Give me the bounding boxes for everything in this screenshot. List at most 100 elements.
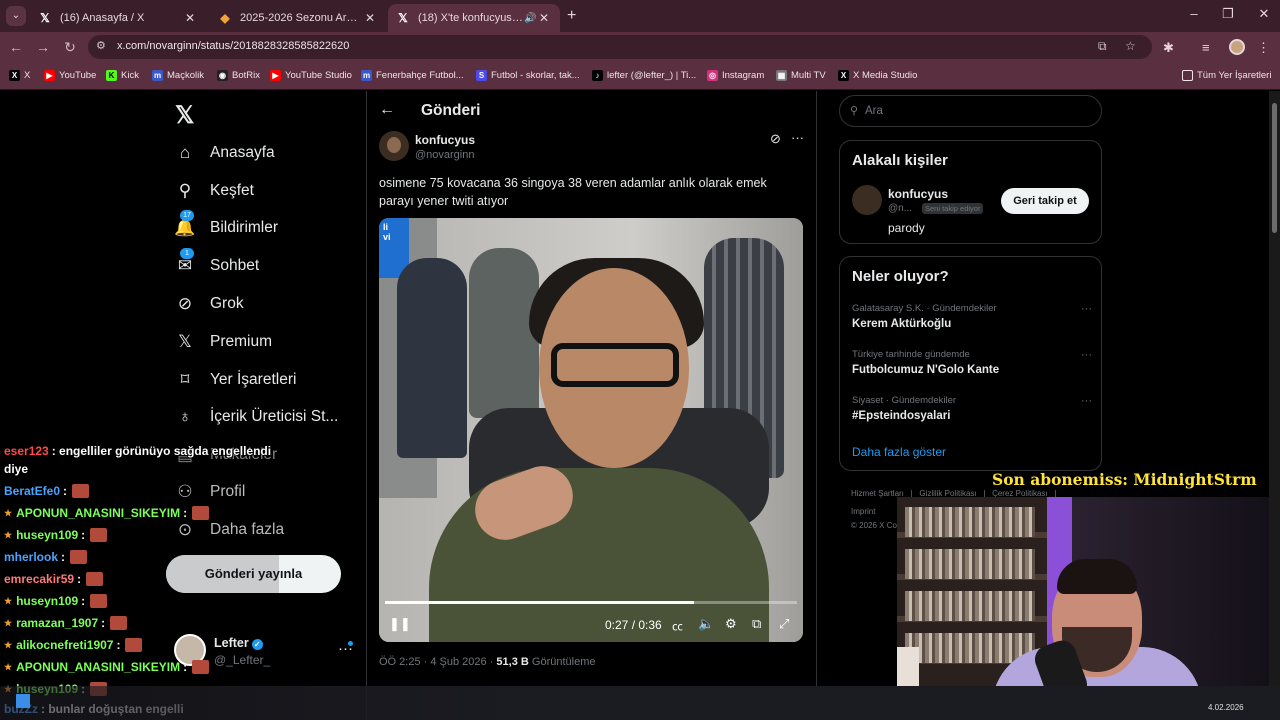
settings-icon[interactable]: ⚙ bbox=[725, 616, 737, 632]
tab-transfer[interactable]: ◆ 2025-2026 Sezonu Ara Transfer ✕ bbox=[210, 4, 386, 32]
kebab-menu-icon[interactable]: ⋮ bbox=[1257, 40, 1270, 56]
chat-username[interactable]: eser123 bbox=[4, 444, 49, 458]
chat-username[interactable]: huseyn109 bbox=[16, 594, 78, 608]
books bbox=[905, 591, 1035, 621]
bookmark-tiktok[interactable]: ♪ lefter (@lefter_) | Ti... bbox=[592, 70, 696, 81]
bookmark-label: Fenerbahçe Futbol... bbox=[376, 70, 464, 81]
bookmark-futbol[interactable]: S Futbol - skorlar, tak... bbox=[476, 70, 580, 81]
search-input[interactable]: ⚲ Ara bbox=[839, 95, 1102, 127]
back-icon[interactable]: ← bbox=[7, 39, 25, 55]
search-placeholder: Ara bbox=[865, 105, 883, 117]
address-bar[interactable]: ⚙ x.com/novarginn/status/201882832858582… bbox=[88, 35, 1152, 59]
cast-icon[interactable]: ⧉ bbox=[1098, 39, 1107, 54]
search-icon: ⚲ bbox=[850, 105, 859, 117]
author-avatar[interactable] bbox=[379, 131, 409, 161]
sidebar-item-profile[interactable]: ⚇ Profil bbox=[174, 477, 245, 507]
screen: ⌄ 𝕏 (16) Anasayfa / X ✕ ◆ 2025-2026 Sezo… bbox=[0, 0, 1280, 720]
x-logo-icon: X bbox=[9, 70, 20, 81]
post-time[interactable]: ÖÖ 2:25 bbox=[379, 656, 421, 668]
more-icon[interactable]: ··· bbox=[1081, 395, 1092, 407]
video-player[interactable]: li vi ❚❚ 0:27 / 0:36 ㏄ 🔈 ⚙ ⧉ ⤢ bbox=[379, 218, 803, 642]
trend-item[interactable]: Türkiye tarihinde gündemde Futbolcumuz N'… bbox=[852, 349, 1092, 376]
windows-start-icon[interactable] bbox=[16, 694, 30, 708]
chat-username[interactable]: APONUN_ANASINI_SIKEYIM bbox=[16, 660, 180, 674]
minimize-icon[interactable]: – bbox=[1184, 6, 1204, 21]
reload-icon[interactable]: ↻ bbox=[61, 39, 79, 56]
new-tab-icon[interactable]: + bbox=[567, 7, 576, 25]
close-icon[interactable]: ✕ bbox=[362, 11, 378, 25]
profile-avatar-icon[interactable] bbox=[1229, 39, 1245, 55]
pause-icon[interactable]: ❚❚ bbox=[389, 616, 411, 632]
more-icon[interactable]: ··· bbox=[1081, 303, 1092, 315]
pip-icon[interactable]: ⧉ bbox=[752, 616, 761, 632]
more-icon[interactable]: ··· bbox=[1081, 349, 1092, 361]
volume-icon[interactable]: 🔈 bbox=[698, 616, 714, 632]
trend-item[interactable]: Siyaset · Gündemdekiler #Epsteindosyalari… bbox=[852, 395, 1092, 422]
post-more-icon[interactable]: ··· bbox=[791, 130, 804, 145]
extensions-icon[interactable]: ✱ bbox=[1163, 40, 1174, 56]
trend-item[interactable]: Galatasaray S.K. · Gündemdekiler Kerem Ak… bbox=[852, 303, 1092, 330]
bookmark-multitv[interactable]: ▦ Multi TV bbox=[776, 70, 826, 81]
author-name[interactable]: konfucyus bbox=[415, 133, 475, 147]
bookmark-fenerbahce[interactable]: m Fenerbahçe Futbol... bbox=[361, 70, 464, 81]
fullscreen-icon[interactable]: ⤢ bbox=[779, 616, 789, 632]
sidebar-item-premium[interactable]: 𝕏 Premium bbox=[174, 327, 272, 357]
post-date[interactable]: 4 Şub 2026 bbox=[430, 656, 486, 668]
tab-x-home[interactable]: 𝕏 (16) Anasayfa / X ✕ bbox=[30, 4, 206, 32]
sidebar-item-chat[interactable]: ✉ 1 Sohbet bbox=[174, 248, 259, 281]
forward-icon[interactable]: → bbox=[34, 39, 52, 55]
sidebar-item-creator-studio[interactable]: ♁ İçerik Üreticisi St... bbox=[174, 402, 339, 432]
avatar[interactable] bbox=[852, 185, 882, 215]
all-bookmarks[interactable]: Tüm Yer İşaretleri bbox=[1182, 70, 1271, 81]
tab-konfucyus[interactable]: 𝕏 (18) X'te konfucyus: "osime 🔊 ✕ bbox=[388, 4, 560, 32]
tab-search-icon[interactable]: ⌄ bbox=[6, 6, 26, 26]
bookmark-youtube-studio[interactable]: ▶ YouTube Studio bbox=[270, 70, 352, 81]
bookmark-instagram[interactable]: ◎ Instagram bbox=[707, 70, 764, 81]
bookmark-youtube[interactable]: ▶ YouTube bbox=[44, 70, 96, 81]
page-scrollbar[interactable] bbox=[1269, 91, 1280, 720]
scrollbar-thumb[interactable] bbox=[1272, 103, 1277, 233]
bookmark-kick[interactable]: K Kick bbox=[106, 70, 139, 81]
chat-username[interactable]: APONUN_ANASINI_SIKEYIM bbox=[16, 506, 180, 520]
chat-message: ★ ramazan_1907: bbox=[4, 616, 128, 630]
chat-message: ★ alikocnefreti1907: bbox=[4, 638, 143, 652]
bell-icon: 🔔 17 bbox=[174, 210, 196, 237]
sidebar-item-bookmarks[interactable]: ⌑ Yer İşaretleri bbox=[174, 365, 297, 395]
restore-icon[interactable]: ❐ bbox=[1218, 6, 1238, 22]
sidebar-item-label: Bildirimler bbox=[210, 219, 279, 236]
chat-username[interactable]: huseyn109 bbox=[16, 528, 78, 542]
site-settings-icon[interactable]: ⚙ bbox=[96, 39, 106, 52]
bookmark-botrix[interactable]: ◉ BotRix bbox=[217, 70, 260, 81]
post-button[interactable]: Gönderi yayınla bbox=[166, 555, 341, 593]
sidebar-item-home[interactable]: ⌂ Anasayfa bbox=[174, 138, 275, 168]
related-name[interactable]: konfucyus bbox=[888, 187, 948, 201]
close-icon[interactable]: ✕ bbox=[182, 11, 198, 25]
x-home-logo-icon[interactable]: 𝕏 bbox=[175, 101, 194, 130]
author-handle[interactable]: @novarginn bbox=[415, 149, 474, 161]
chat-username[interactable]: mherlook bbox=[4, 550, 58, 564]
footer-imprint[interactable]: Imprint bbox=[851, 507, 875, 516]
follow-back-button[interactable]: Geri takip et bbox=[1001, 188, 1089, 214]
sidebar-item-explore[interactable]: ⚲ Keşfet bbox=[174, 176, 254, 206]
show-more-link[interactable]: Daha fazla göster bbox=[852, 445, 946, 459]
chat-username[interactable]: alikocnefreti1907 bbox=[16, 638, 113, 652]
close-icon[interactable]: ✕ bbox=[536, 11, 552, 25]
window-close-icon[interactable]: ✕ bbox=[1254, 6, 1274, 22]
chat-username[interactable]: BeratEfe0 bbox=[4, 484, 60, 498]
speaker-icon[interactable]: 🔊 bbox=[524, 13, 536, 24]
back-arrow-icon[interactable]: ← bbox=[379, 101, 395, 119]
sidebar-item-grok[interactable]: ⊘ Grok bbox=[174, 289, 244, 319]
video-progress-bar[interactable] bbox=[385, 601, 797, 604]
sidebar-item-label: Premium bbox=[210, 333, 273, 350]
chat-username[interactable]: emrecakir59 bbox=[4, 572, 74, 586]
bookmark-mackolik[interactable]: m Maçkolik bbox=[152, 70, 204, 81]
streamer-hair bbox=[1057, 559, 1137, 594]
media-icon[interactable]: ≡ bbox=[1202, 40, 1210, 55]
star-icon[interactable]: ☆ bbox=[1125, 39, 1136, 53]
grok-explain-icon[interactable]: ⊘ bbox=[770, 131, 781, 147]
captions-icon[interactable]: ㏄ bbox=[672, 618, 683, 634]
sidebar-item-notifications[interactable]: 🔔 17 Bildirimler bbox=[174, 210, 279, 243]
bookmark-x[interactable]: XX bbox=[9, 70, 30, 81]
bookmark-x-media-studio[interactable]: X X Media Studio bbox=[838, 70, 917, 81]
chat-username[interactable]: ramazan_1907 bbox=[16, 616, 98, 630]
